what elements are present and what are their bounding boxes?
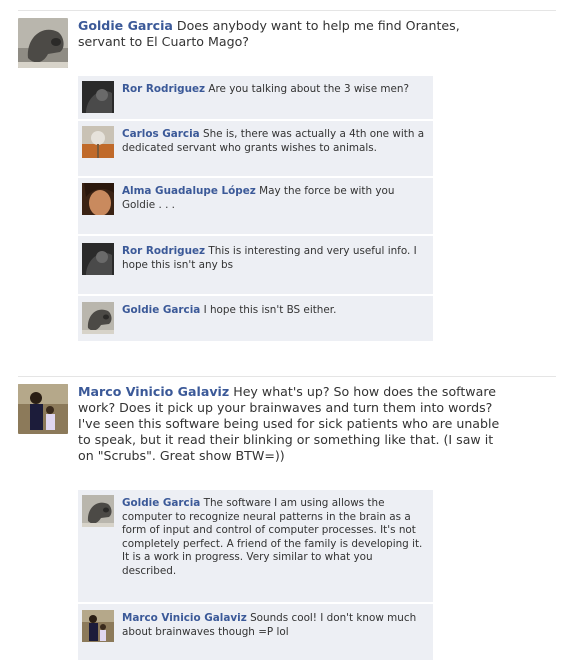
dog-avatar[interactable] — [82, 302, 114, 334]
comment-text-block: Alma Guadalupe López May the force be wi… — [122, 185, 428, 212]
post-goldie-garcia: Goldie Garcia Does anybody want to help … — [18, 18, 556, 70]
comment-item: Ror Rodriguez Are you talking about the … — [78, 76, 433, 119]
comment-text-block: Ror Rodriguez Are you talking about the … — [122, 83, 428, 97]
comment-text-block: Goldie Garcia The software I am using al… — [122, 497, 428, 578]
post-body: Marco Vinicio Galaviz Hey what's up? So … — [78, 384, 508, 464]
post-body: Goldie Garcia Does anybody want to help … — [78, 18, 508, 50]
comment-item: Goldie Garcia The software I am using al… — [78, 490, 433, 602]
comment-author-link[interactable]: Carlos Garcia — [122, 128, 200, 140]
comment-item: Goldie Garcia I hope this isn't BS eithe… — [78, 296, 433, 341]
comment-text-block: Goldie Garcia I hope this isn't BS eithe… — [122, 304, 428, 318]
comment-item: Marco Vinicio Galaviz Sounds cool! I don… — [78, 604, 433, 660]
person-photo-avatar[interactable] — [82, 610, 114, 642]
thread-divider — [18, 10, 556, 11]
post-author-link[interactable]: Goldie Garcia — [78, 18, 173, 33]
comment-item: Alma Guadalupe López May the force be wi… — [78, 178, 433, 234]
comment-text: Are you talking about the 3 wise men? — [208, 83, 410, 95]
comment-author-link[interactable]: Marco Vinicio Galaviz — [122, 612, 247, 624]
dandelion-avatar[interactable] — [82, 126, 114, 158]
dog-avatar[interactable] — [82, 495, 114, 527]
dark-photo-avatar[interactable] — [82, 81, 114, 113]
comment-author-link[interactable]: Ror Rodriguez — [122, 245, 205, 257]
comment-text-block: Ror Rodriguez This is interesting and ve… — [122, 245, 428, 272]
comment-author-link[interactable]: Goldie Garcia — [122, 304, 200, 316]
comment-text-block: Carlos Garcia She is, there was actually… — [122, 128, 428, 155]
post-author-link[interactable]: Marco Vinicio Galaviz — [78, 384, 229, 399]
face-avatar[interactable] — [82, 183, 114, 215]
post-marco-vinicio-galaviz: Marco Vinicio Galaviz Hey what's up? So … — [18, 384, 556, 464]
comment-list: Goldie Garcia The software I am using al… — [78, 490, 433, 665]
comment-text-block: Marco Vinicio Galaviz Sounds cool! I don… — [122, 612, 428, 639]
comment-author-link[interactable]: Goldie Garcia — [122, 497, 200, 509]
comment-author-link[interactable]: Ror Rodriguez — [122, 83, 205, 95]
dog-avatar[interactable] — [18, 18, 68, 68]
thread-divider — [18, 376, 556, 377]
dark-photo-avatar[interactable] — [82, 243, 114, 275]
comment-item: Ror Rodriguez This is interesting and ve… — [78, 236, 433, 294]
comment-text: I hope this isn't BS either. — [203, 304, 337, 316]
comment-list: Ror Rodriguez Are you talking about the … — [78, 76, 433, 341]
comment-item: Carlos Garcia She is, there was actually… — [78, 121, 433, 176]
comment-author-link[interactable]: Alma Guadalupe López — [122, 185, 256, 197]
person-photo-avatar[interactable] — [18, 384, 68, 434]
